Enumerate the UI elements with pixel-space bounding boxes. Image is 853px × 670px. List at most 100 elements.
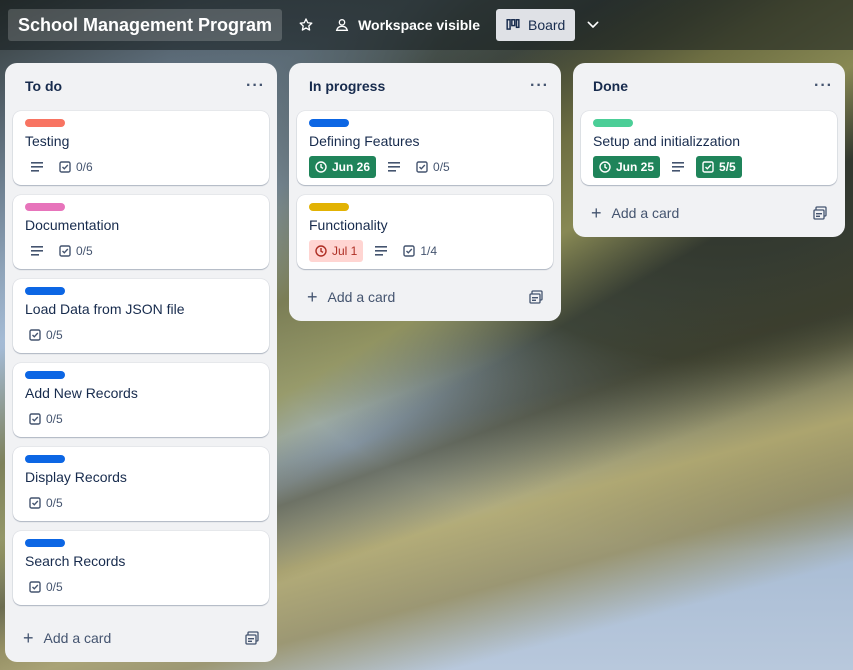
card-label[interactable] bbox=[25, 287, 65, 295]
card-badges: 0/5 bbox=[25, 240, 257, 262]
card[interactable]: Documentation 0/5 bbox=[13, 195, 269, 269]
card-badges: Jul 1 1/4 bbox=[309, 240, 541, 262]
clock-icon bbox=[599, 161, 611, 173]
checkbox-icon bbox=[29, 581, 41, 593]
checkbox-icon bbox=[29, 329, 41, 341]
card-badges: 0/5 bbox=[25, 492, 257, 514]
add-card-button[interactable]: + Add a card bbox=[581, 197, 837, 229]
card[interactable]: Search Records 0/5 bbox=[13, 531, 269, 605]
people-icon bbox=[335, 19, 349, 31]
checklist-count: 5/5 bbox=[719, 160, 736, 174]
checklist-badge: 0/5 bbox=[25, 412, 67, 426]
card-title: Testing bbox=[25, 133, 70, 149]
description-icon bbox=[369, 245, 393, 257]
checklist-badge: 1/4 bbox=[399, 244, 441, 258]
board-view-button[interactable]: Board bbox=[495, 9, 576, 41]
clock-icon bbox=[315, 161, 327, 173]
checklist-count: 0/5 bbox=[46, 412, 63, 426]
checkbox-icon bbox=[59, 245, 71, 257]
card-label[interactable] bbox=[25, 203, 65, 211]
card-title: Documentation bbox=[25, 217, 120, 233]
checklist-badge: 5/5 bbox=[696, 156, 742, 178]
add-card-button[interactable]: + Add a card bbox=[13, 622, 269, 654]
card[interactable]: Defining Features Jun 26 0/5 bbox=[297, 111, 553, 185]
list-header: In progress ··· bbox=[289, 63, 561, 109]
card-badges: 0/6 bbox=[25, 156, 257, 178]
card-label[interactable] bbox=[25, 371, 65, 379]
due-date-badge[interactable]: Jun 25 bbox=[593, 156, 661, 178]
checklist-count: 0/5 bbox=[46, 496, 63, 510]
checkbox-icon bbox=[29, 497, 41, 509]
more-options-icon[interactable]: ··· bbox=[814, 77, 833, 95]
checklist-count: 0/5 bbox=[433, 160, 450, 174]
card-badges: 0/5 bbox=[25, 324, 257, 346]
star-icon[interactable] bbox=[290, 9, 322, 41]
checklist-badge: 0/5 bbox=[25, 580, 67, 594]
card-badges: 0/5 bbox=[25, 408, 257, 430]
checklist-badge: 0/5 bbox=[412, 160, 454, 174]
card-title: Search Records bbox=[25, 553, 126, 569]
list-title: Done bbox=[593, 78, 628, 94]
due-date: Jul 1 bbox=[332, 244, 358, 258]
card-title: Functionality bbox=[309, 217, 388, 233]
checklist-count: 0/5 bbox=[46, 328, 63, 342]
description-icon bbox=[382, 161, 406, 173]
visibility-button[interactable]: Workspace visible bbox=[324, 9, 490, 41]
add-card-label: Add a card bbox=[327, 289, 396, 305]
card[interactable]: Load Data from JSON file 0/5 bbox=[13, 279, 269, 353]
visibility-label: Workspace visible bbox=[358, 17, 480, 33]
card[interactable]: Add New Records 0/5 bbox=[13, 363, 269, 437]
checklist-badge: 0/6 bbox=[55, 160, 97, 174]
card[interactable]: Functionality Jul 1 1/4 bbox=[297, 195, 553, 269]
card[interactable]: Setup and initializzation Jun 25 5/5 bbox=[581, 111, 837, 185]
template-icon[interactable] bbox=[813, 206, 827, 220]
checklist-badge: 0/5 bbox=[55, 244, 97, 258]
template-icon[interactable] bbox=[529, 290, 543, 304]
plus-icon: + bbox=[307, 286, 318, 307]
clock-icon bbox=[315, 245, 327, 257]
checkbox-icon bbox=[702, 161, 714, 173]
list-header: Done ··· bbox=[573, 63, 845, 109]
description-icon bbox=[666, 161, 690, 173]
card-label[interactable] bbox=[593, 119, 633, 127]
board-title[interactable]: School Management Program bbox=[8, 9, 283, 41]
list-in-progress: In progress ··· Defining Features Jun 26… bbox=[289, 63, 561, 321]
due-date-badge[interactable]: Jun 26 bbox=[309, 156, 377, 178]
card-title: Add New Records bbox=[25, 385, 138, 401]
board-icon bbox=[506, 19, 520, 30]
card-title: Defining Features bbox=[309, 133, 420, 149]
list-title: In progress bbox=[309, 78, 386, 94]
card-badges: Jun 26 0/5 bbox=[309, 156, 541, 178]
list-done: Done ··· Setup and initializzation Jun 2… bbox=[573, 63, 845, 237]
checkbox-icon bbox=[29, 413, 41, 425]
card-label[interactable] bbox=[25, 539, 65, 547]
card-label[interactable] bbox=[25, 119, 65, 127]
due-date: Jun 25 bbox=[616, 160, 655, 174]
card[interactable]: Display Records 0/5 bbox=[13, 447, 269, 521]
more-options-icon[interactable]: ··· bbox=[530, 77, 549, 95]
card-title: Load Data from JSON file bbox=[25, 301, 185, 317]
chevron-down-icon[interactable] bbox=[577, 9, 609, 41]
checklist-count: 1/4 bbox=[420, 244, 438, 258]
due-date-badge[interactable]: Jul 1 bbox=[309, 240, 364, 262]
add-card-label: Add a card bbox=[611, 205, 680, 221]
add-card-button[interactable]: + Add a card bbox=[297, 281, 553, 313]
more-options-icon[interactable]: ··· bbox=[246, 77, 265, 95]
card-badges: 0/5 bbox=[25, 576, 257, 598]
card-label[interactable] bbox=[309, 203, 349, 211]
description-icon bbox=[25, 245, 49, 257]
template-icon[interactable] bbox=[245, 631, 259, 645]
description-icon bbox=[25, 161, 49, 173]
checklist-count: 0/5 bbox=[76, 244, 93, 258]
card-label[interactable] bbox=[309, 119, 349, 127]
list-header: To do ··· bbox=[5, 63, 277, 109]
plus-icon: + bbox=[23, 627, 34, 648]
plus-icon: + bbox=[591, 202, 602, 223]
card-label[interactable] bbox=[25, 455, 65, 463]
board-header: School Management Program Workspace visi… bbox=[0, 0, 853, 50]
add-card-label: Add a card bbox=[43, 630, 112, 646]
board-view-label: Board bbox=[527, 17, 566, 33]
checklist-badge: 0/5 bbox=[25, 496, 67, 510]
card-badges: Jun 25 5/5 bbox=[593, 156, 825, 178]
card[interactable]: Testing 0/6 bbox=[13, 111, 269, 185]
